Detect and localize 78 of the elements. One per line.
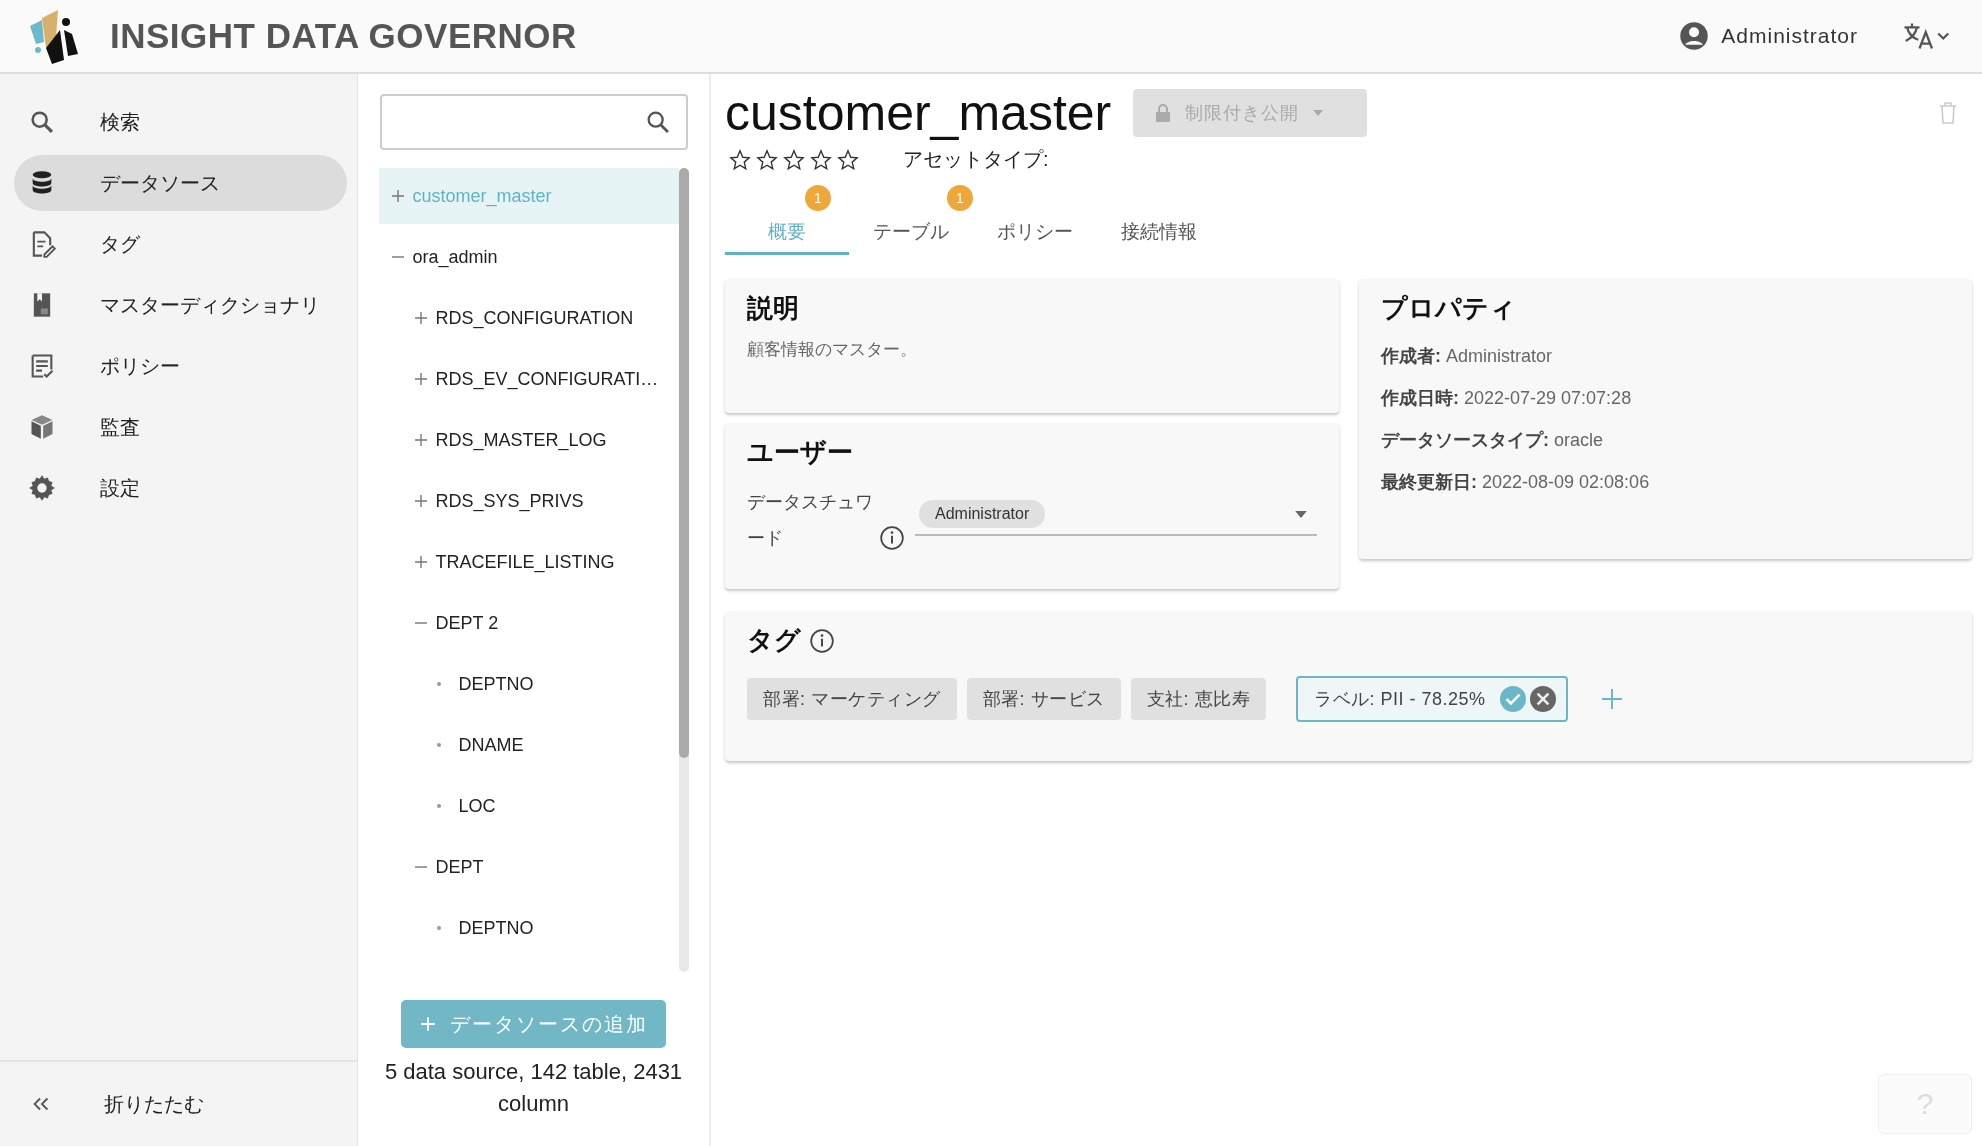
sidebar-item[interactable]: マスターディクショナリ	[14, 277, 347, 333]
check-icon[interactable]	[1499, 686, 1526, 712]
tree-item[interactable]: RDS_EV_CONFIGURATI…	[378, 351, 679, 407]
tree-item[interactable]: ora_admin	[378, 229, 679, 285]
sidebar-item[interactable]: ポリシー	[14, 338, 347, 394]
dot-icon	[436, 926, 441, 930]
plus-icon[interactable]	[390, 189, 405, 203]
caret-icon	[1295, 510, 1307, 518]
plus-icon[interactable]	[413, 433, 428, 447]
tab[interactable]: テーブル 1	[849, 183, 973, 255]
sidebar-item[interactable]: 設定	[14, 460, 347, 516]
star-icon[interactable]	[837, 148, 859, 171]
description-text: 顧客情報のマスター。	[747, 339, 918, 361]
tree-item[interactable]: DEPT	[378, 839, 679, 895]
translate-icon[interactable]	[1902, 21, 1952, 51]
settings-icon	[28, 474, 56, 502]
count-badge: 1	[805, 185, 831, 211]
tree-item[interactable]: TRACEFILE_LISTING	[378, 534, 679, 590]
property-text: 作成日時: 2022-07-29 07:07:28	[1381, 387, 1633, 410]
card-heading: 説明	[747, 292, 800, 325]
tag-chip[interactable]: 支社: 恵比寿	[1130, 678, 1267, 720]
collapse-button[interactable]: 折りたたむ	[0, 1060, 357, 1146]
asset-title: customer_master	[725, 84, 1112, 142]
property-text: データソースタイプ: oracle	[1381, 429, 1605, 452]
tree-item[interactable]: LOC	[378, 778, 679, 834]
card-heading: ユーザー	[747, 436, 854, 469]
user-name[interactable]: Administrator	[1721, 24, 1858, 48]
dot-icon	[436, 804, 441, 808]
tree-item[interactable]: RDS_CONFIGURATION	[378, 290, 679, 346]
sidebar-item[interactable]: タグ	[14, 216, 347, 272]
steward-label: データスチュワード	[747, 491, 874, 550]
tree-item[interactable]: DEPTNO	[378, 900, 679, 956]
plus-icon[interactable]	[413, 372, 428, 386]
tree-item[interactable]: DEPTNO	[378, 656, 679, 712]
steward-select[interactable]: Administrator	[915, 494, 1317, 536]
property-text: 作成者: Administrator	[1381, 345, 1554, 368]
tag-chip[interactable]: 部署: サービス	[966, 678, 1121, 720]
tree-item[interactable]: RDS_MASTER_LOG	[378, 412, 679, 468]
card-heading: プロパティ	[1381, 292, 1517, 325]
star-icon[interactable]	[810, 148, 832, 171]
caret-icon	[1313, 110, 1324, 116]
sidebar-item[interactable]: データソース	[14, 155, 347, 211]
sidebar-item[interactable]: 監査	[14, 399, 347, 455]
star-icon[interactable]	[729, 148, 751, 171]
scrollbar[interactable]	[678, 168, 689, 972]
app-title: INSIGHT DATA GOVERNOR	[110, 16, 577, 56]
asset-type-label: アセットタイプ:	[903, 147, 1049, 172]
dot-icon	[436, 682, 441, 686]
lock-icon	[1155, 104, 1172, 122]
add-icon[interactable]	[1599, 687, 1624, 711]
plus-icon[interactable]	[413, 311, 428, 325]
user-chip: Administrator	[919, 500, 1046, 528]
tag-chip[interactable]: 部署: マーケティング	[747, 678, 957, 720]
count-badge: 1	[947, 185, 973, 211]
plus-icon[interactable]	[413, 494, 428, 508]
tree-item[interactable]: DEPT 2	[378, 595, 679, 651]
account-icon[interactable]	[1679, 21, 1710, 51]
close-icon[interactable]	[1529, 686, 1556, 712]
card-heading: タグ	[747, 624, 801, 657]
info-icon[interactable]	[809, 627, 835, 654]
tree-item[interactable]: DNAME	[378, 717, 679, 773]
dot-icon	[436, 743, 441, 747]
tab[interactable]: 接続情報	[1097, 183, 1221, 255]
suggested-tag-chip[interactable]: ラベル: PII - 78.25%	[1296, 676, 1568, 722]
info-icon[interactable]	[879, 525, 905, 551]
search-field[interactable]	[379, 94, 688, 150]
summary-text: 5 data source, 142 table, 2431 column	[383, 1058, 684, 1118]
search-icon	[28, 108, 56, 136]
sidebar-item[interactable]: 検索	[14, 94, 347, 150]
star-icon[interactable]	[783, 148, 805, 171]
trash-icon[interactable]	[1938, 101, 1958, 125]
plus-icon[interactable]	[413, 555, 428, 569]
star-icon[interactable]	[756, 148, 778, 171]
tree-item[interactable]: RDS_SYS_PRIVS	[378, 473, 679, 529]
property-text: 最終更新日: 2022-08-09 02:08:06	[1381, 471, 1651, 494]
plus-icon	[419, 1016, 436, 1032]
tab[interactable]: ポリシー	[973, 183, 1097, 255]
star-rating[interactable]	[729, 148, 859, 171]
